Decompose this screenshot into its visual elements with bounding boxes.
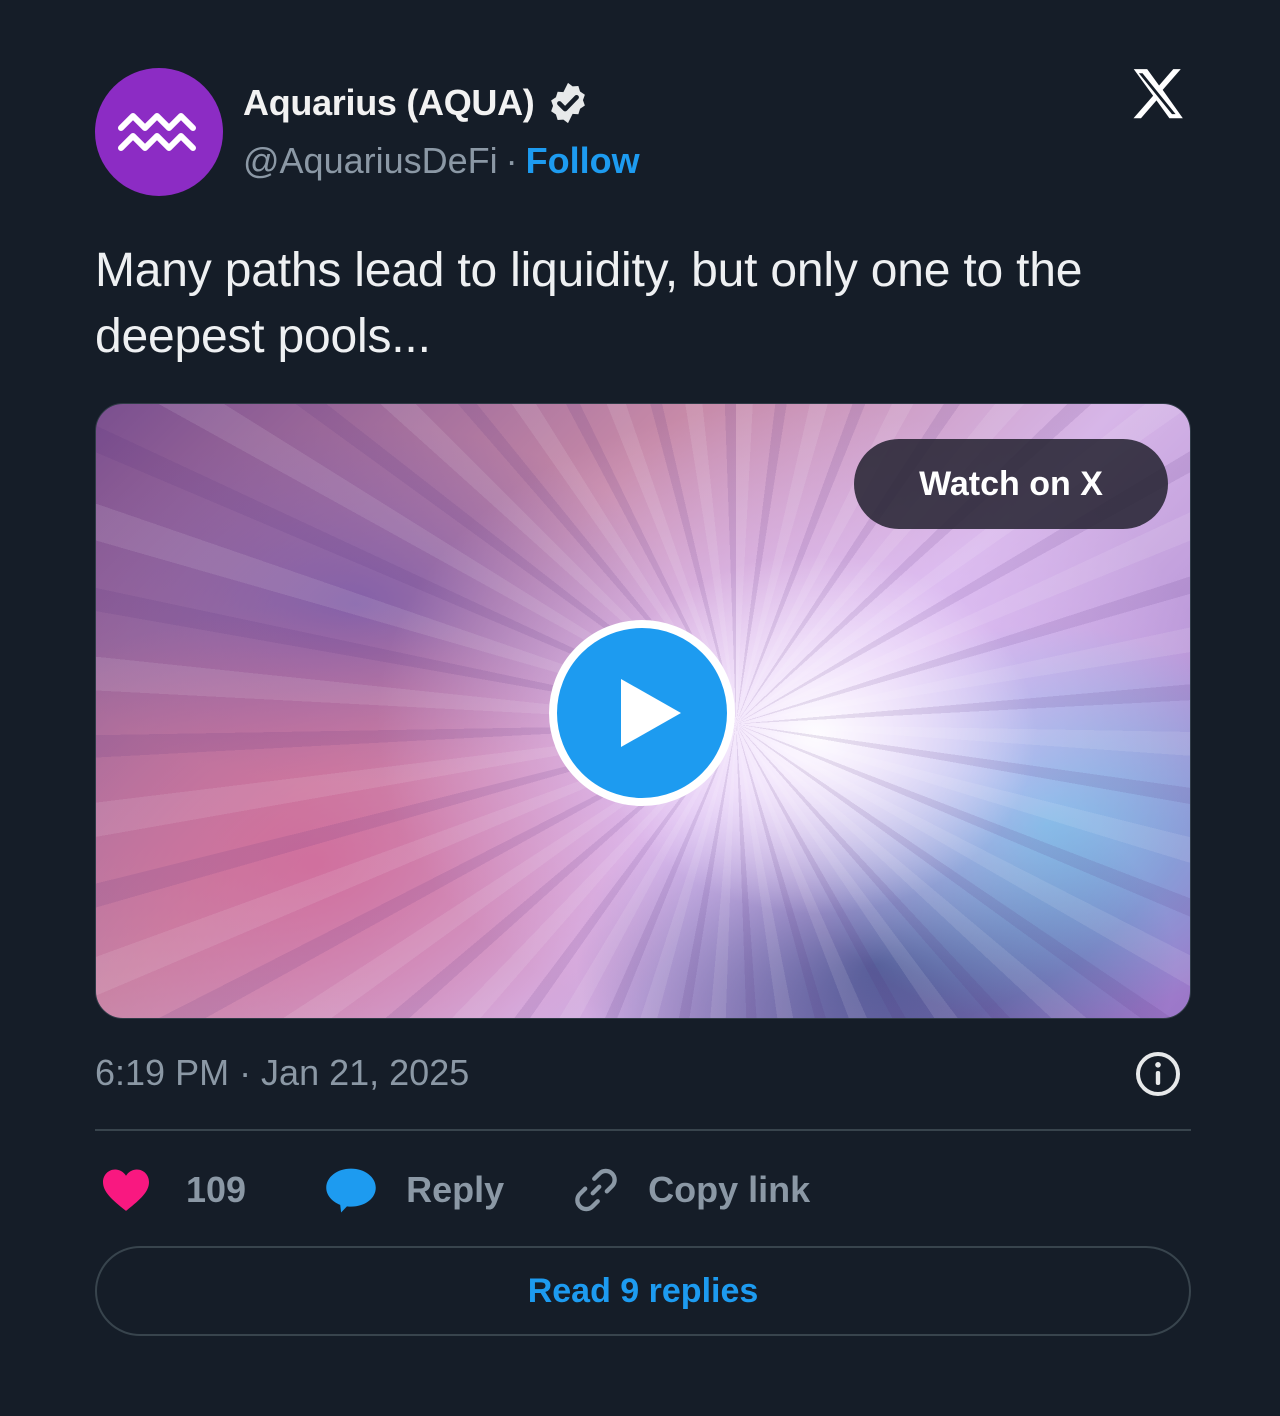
author-display-name[interactable]: Aquarius (AQUA) (243, 82, 535, 124)
video-media[interactable]: Watch on X (95, 403, 1191, 1019)
x-logo-icon[interactable] (1125, 64, 1189, 126)
tweet-text: Many paths lead to liquidity, but only o… (95, 244, 1083, 363)
author-handle[interactable]: @AquariusDeFi (243, 140, 498, 182)
copy-link-button[interactable]: Copy link (570, 1164, 810, 1216)
link-icon (575, 1168, 617, 1212)
follow-button[interactable]: Follow (526, 140, 640, 182)
heart-icon (103, 1169, 149, 1211)
action-bar: 109 Reply Copy link (100, 1162, 810, 1218)
divider (95, 1129, 1191, 1131)
tweet-timestamp[interactable]: 6:19 PM · Jan 21, 2025 (95, 1052, 469, 1094)
verified-badge-icon (550, 82, 585, 124)
avatar[interactable] (95, 68, 223, 196)
watch-on-x-button[interactable]: Watch on X (854, 439, 1168, 529)
tweet-card: Aquarius (AQUA) @AquariusDeFi · Follow M… (0, 0, 1280, 1416)
separator-dot: · (505, 140, 518, 181)
author-handle-row: @AquariusDeFi · Follow (243, 140, 640, 182)
play-icon (621, 679, 681, 747)
reply-label: Reply (406, 1169, 505, 1210)
speech-bubble-icon (326, 1168, 376, 1213)
aquarius-zodiac-icon (118, 113, 196, 151)
like-button[interactable]: 109 (100, 1167, 246, 1213)
play-button[interactable] (549, 620, 735, 806)
read-replies-button[interactable]: Read 9 replies (95, 1246, 1191, 1336)
like-count: 109 (186, 1169, 247, 1210)
info-icon[interactable] (1134, 1050, 1182, 1098)
reply-button[interactable]: Reply (324, 1165, 504, 1215)
author-name-row: Aquarius (AQUA) (243, 80, 591, 126)
copy-link-label: Copy link (648, 1169, 811, 1210)
